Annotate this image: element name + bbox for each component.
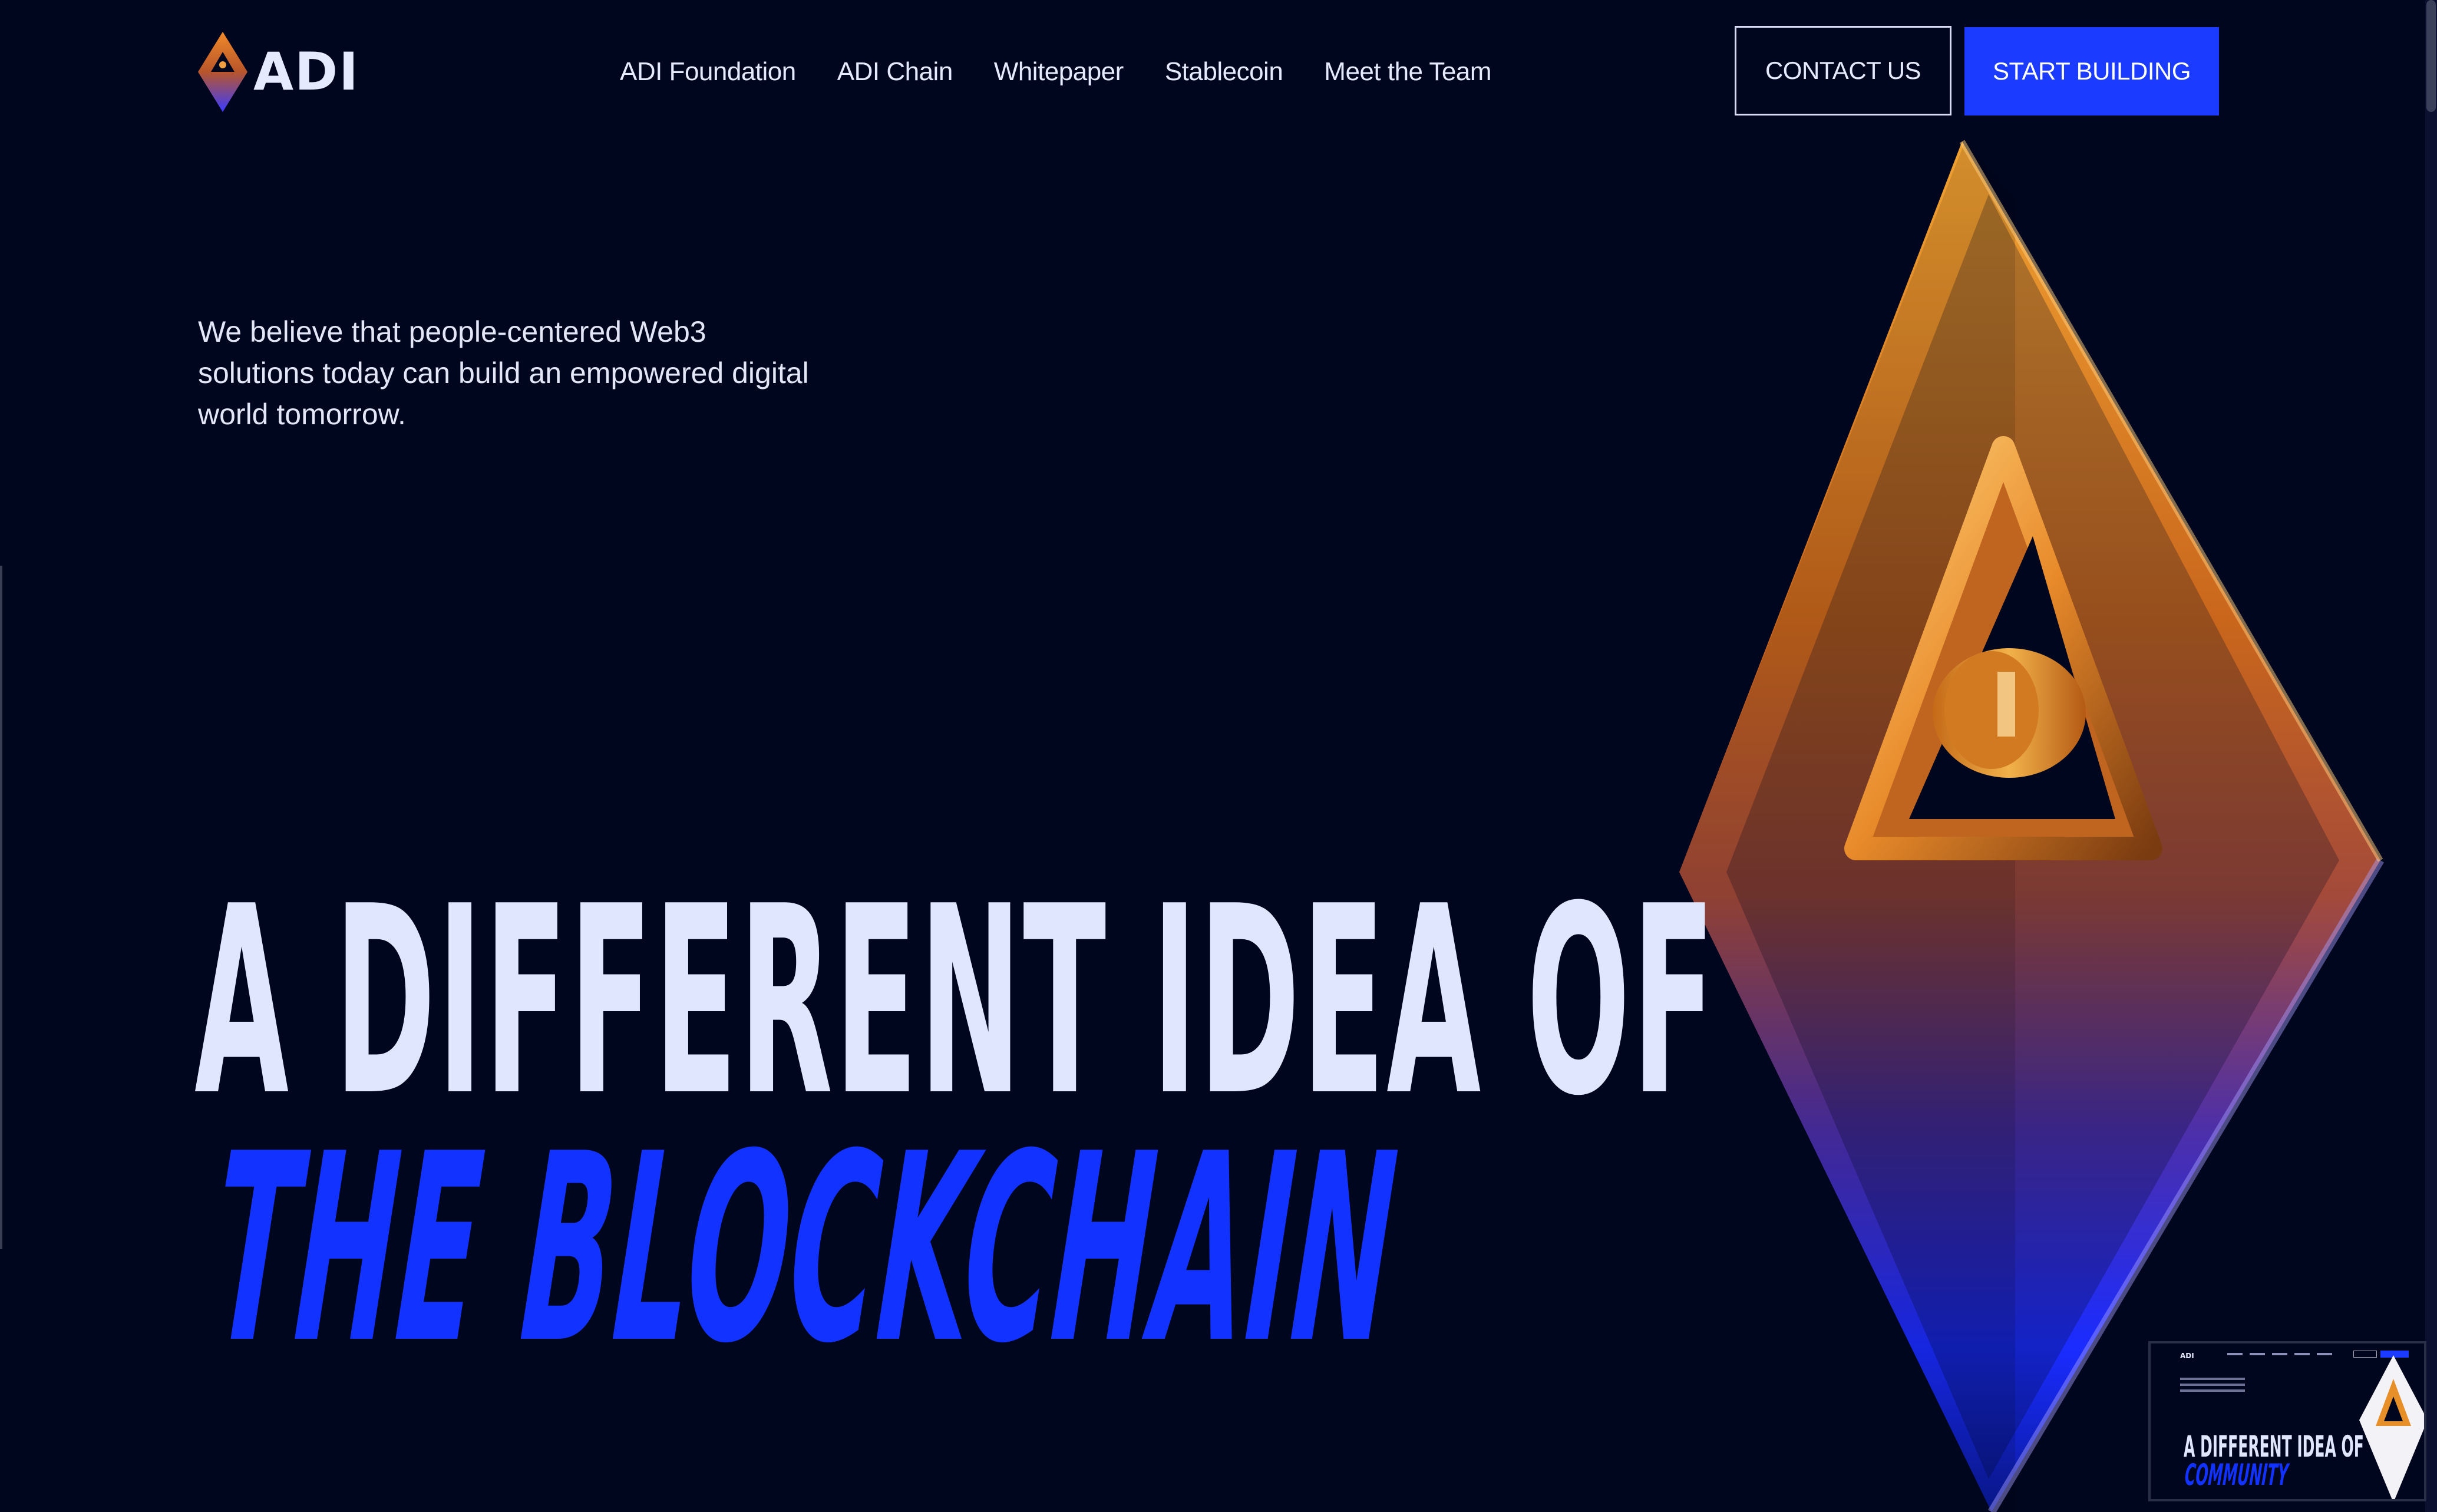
hero-headline-line2: THE BLOCKCHAIN [206, 1098, 1405, 1400]
start-building-button[interactable]: START BUILDING [1964, 27, 2219, 115]
hero-headline-line1: A DIFFERENT IDEA OF [194, 851, 1717, 1153]
adi-logo-icon [198, 32, 247, 112]
nav-adi-chain[interactable]: ADI Chain [837, 54, 953, 90]
preview-nav [2227, 1353, 2332, 1355]
nav-stablecoin[interactable]: Stablecoin [1165, 54, 1283, 90]
preview-emblem-icon [2359, 1355, 2424, 1499]
window-edge [0, 566, 2, 1249]
adi-3d-emblem-icon [1679, 140, 2385, 1512]
preview-tagline [2180, 1378, 2245, 1395]
logo-text: ADI [253, 41, 359, 102]
nav-whitepaper[interactable]: Whitepaper [994, 54, 1124, 90]
preview-headline-line2: COMMUNITY [2184, 1458, 2290, 1492]
scrollbar-thumb[interactable] [2426, 0, 2436, 112]
nav-meet-the-team[interactable]: Meet the Team [1324, 54, 1491, 90]
contact-us-button[interactable]: CONTACT US [1735, 26, 1951, 115]
preview-content: ADI A DIFFERENT IDEA OF COMMUNITY [2151, 1343, 2424, 1499]
preview-logo: ADI [2180, 1352, 2194, 1360]
main-nav: ADI Foundation ADI Chain Whitepaper Stab… [620, 54, 1492, 90]
page-preview-thumbnail[interactable]: ADI A DIFFERENT IDEA OF COMMUNITY [2148, 1341, 2426, 1501]
nav-adi-foundation[interactable]: ADI Foundation [620, 54, 796, 90]
scrollbar-track[interactable] [2425, 0, 2437, 1512]
brand-logo[interactable]: ADI [198, 32, 359, 112]
landing-page: ADI ADI Foundation ADI Chain Whitepaper … [0, 0, 2437, 1512]
hero-tagline: We believe that people-centered Web3 sol… [198, 315, 809, 431]
preview-headline-line1: A DIFFERENT IDEA OF [2184, 1430, 2364, 1464]
